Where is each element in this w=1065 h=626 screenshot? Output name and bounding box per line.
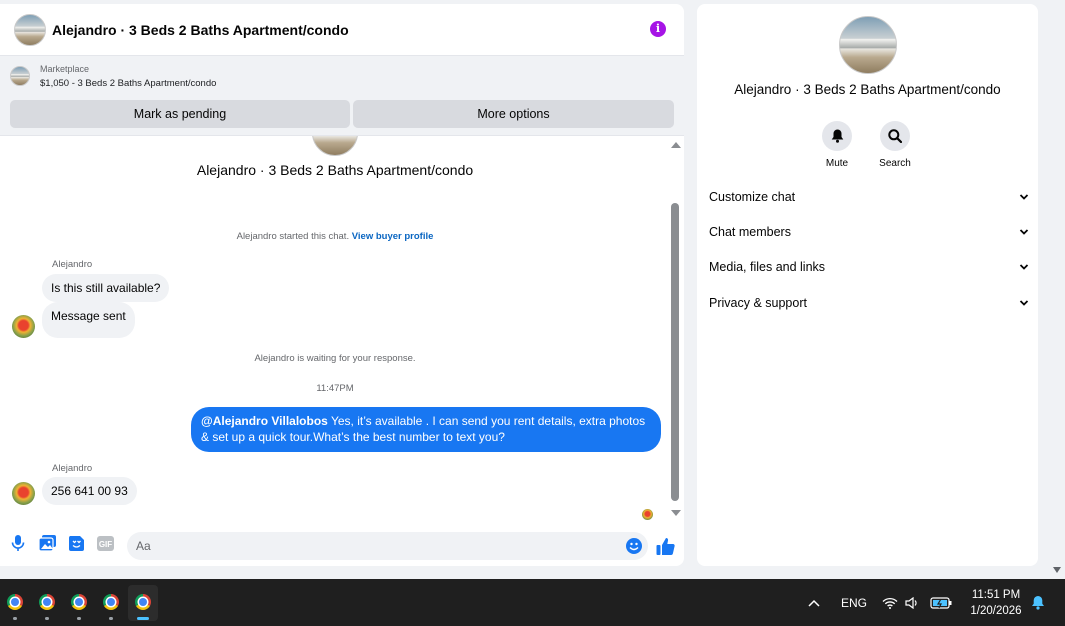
conversation-header-avatar	[312, 136, 358, 156]
sender-name: Alejandro	[52, 463, 93, 474]
section-privacy-support[interactable]: Privacy & support	[709, 288, 1029, 318]
details-title: Alejandro · 3 Beds 2 Baths Apartment/con…	[734, 82, 1001, 97]
chevron-down-icon	[1019, 194, 1029, 200]
scrollbar-thumb[interactable]	[671, 203, 679, 501]
chat-header: Alejandro · 3 Beds 2 Baths Apartment/con…	[0, 4, 684, 56]
incoming-message[interactable]: 256 641 00 93	[42, 477, 137, 505]
taskbar-app-chrome[interactable]	[96, 585, 126, 621]
scroll-up-arrow-icon[interactable]	[671, 142, 681, 148]
sticker-icon[interactable]	[67, 534, 85, 552]
notification-bell-icon[interactable]	[1031, 579, 1045, 626]
listing-thumbnail[interactable]	[10, 66, 30, 86]
svg-text:GIF: GIF	[98, 540, 111, 549]
chrome-icon	[7, 594, 23, 610]
running-indicator	[109, 617, 113, 620]
conversation-avatar[interactable]	[14, 13, 46, 46]
clock-time: 11:51 PM	[971, 589, 1021, 601]
battery-charging-icon[interactable]	[930, 579, 952, 626]
chat-panel: Alejandro · 3 Beds 2 Baths Apartment/con…	[0, 4, 684, 566]
running-indicator	[13, 617, 17, 620]
chrome-icon	[39, 594, 55, 610]
waiting-notice: Alejandro is waiting for your response.	[254, 353, 416, 364]
conversation-heading: Alejandro · 3 Beds 2 Baths Apartment/con…	[196, 162, 474, 178]
conversation-title[interactable]: Alejandro · 3 Beds 2 Baths Apartment/con…	[52, 22, 349, 38]
sender-avatar[interactable]	[12, 315, 35, 338]
incoming-message[interactable]: Is this still available?	[42, 274, 170, 302]
chevron-down-icon	[1019, 229, 1029, 235]
marketplace-label: Marketplace	[40, 64, 90, 74]
listing-bar: Marketplace $1,050 - 3 Beds 2 Baths Apar…	[0, 56, 684, 136]
show-hidden-icons-chevron-up-icon[interactable]	[808, 579, 820, 626]
volume-icon[interactable]	[905, 579, 919, 626]
mute-label: Mute	[825, 158, 849, 169]
chrome-icon	[103, 594, 119, 610]
scroll-down-arrow-icon[interactable]	[671, 510, 681, 516]
composer-bar: GIF	[0, 524, 684, 566]
language-indicator[interactable]: ENG	[841, 579, 867, 626]
message-input[interactable]	[127, 532, 648, 560]
chevron-down-icon	[1019, 300, 1029, 306]
system-clock[interactable]: 11:51 PM 1/20/2026	[962, 587, 1030, 619]
outgoing-message[interactable]: @Alejandro Villalobos Yes, it’s availabl…	[191, 407, 661, 452]
read-receipt-avatar	[642, 509, 653, 520]
page-scroll-down-icon[interactable]	[1053, 567, 1061, 573]
mention-link[interactable]: @Alejandro Villalobos	[201, 414, 328, 428]
message-scrollbar[interactable]	[669, 140, 681, 522]
message-timestamp: 11:47PM	[316, 383, 354, 394]
clock-date: 1/20/2026	[970, 605, 1022, 617]
listing-price-title[interactable]: $1,050 - 3 Beds 2 Baths Apartment/condo	[40, 78, 216, 89]
microphone-icon[interactable]	[9, 534, 27, 552]
search-label: Search	[879, 158, 911, 169]
message-list[interactable]: Alejandro · 3 Beds 2 Baths Apartment/con…	[0, 136, 684, 522]
taskbar-app-chrome[interactable]	[32, 585, 62, 621]
photo-icon[interactable]	[38, 534, 56, 552]
search-icon[interactable]	[880, 121, 910, 151]
gif-icon[interactable]: GIF	[96, 534, 114, 552]
like-icon[interactable]	[656, 537, 675, 556]
section-customize-chat[interactable]: Customize chat	[709, 182, 1029, 212]
section-label: Media, files and links	[709, 260, 826, 274]
incoming-message[interactable]: Message sent	[42, 302, 135, 338]
sender-name: Alejandro	[52, 259, 93, 270]
more-options-button[interactable]: More options	[353, 100, 674, 128]
bell-icon[interactable]	[822, 121, 852, 151]
search-action[interactable]: Search	[865, 121, 925, 169]
taskbar-app-chrome-active[interactable]	[128, 585, 158, 621]
section-label: Chat members	[709, 225, 791, 239]
sender-avatar[interactable]	[12, 482, 35, 505]
section-label: Privacy & support	[709, 296, 807, 310]
section-media-files-links[interactable]: Media, files and links	[709, 252, 1029, 282]
mute-action[interactable]: Mute	[807, 121, 867, 169]
profile-avatar[interactable]	[839, 16, 897, 74]
section-chat-members[interactable]: Chat members	[709, 217, 1029, 247]
mark-as-pending-button[interactable]: Mark as pending	[10, 100, 350, 128]
chat-started-notice: Alejandro started this chat. View buyer …	[0, 231, 670, 242]
running-indicator	[77, 617, 81, 620]
section-label: Customize chat	[709, 190, 796, 204]
taskbar-app-chrome[interactable]	[0, 585, 30, 621]
chrome-icon	[71, 594, 87, 610]
active-indicator	[137, 617, 149, 620]
chevron-down-icon	[1019, 264, 1029, 270]
details-panel: Alejandro · 3 Beds 2 Baths Apartment/con…	[697, 4, 1038, 566]
taskbar: ENG 11:51 PM 1/20/2026	[0, 579, 1065, 626]
wifi-icon[interactable]	[882, 579, 898, 626]
view-buyer-profile-link[interactable]: View buyer profile	[352, 231, 434, 242]
taskbar-app-chrome[interactable]	[64, 585, 94, 621]
emoji-icon[interactable]	[626, 538, 642, 554]
info-icon[interactable]: i	[650, 21, 666, 37]
chrome-icon	[135, 594, 151, 610]
chat-started-text: Alejandro started this chat.	[236, 231, 350, 242]
running-indicator	[45, 617, 49, 620]
